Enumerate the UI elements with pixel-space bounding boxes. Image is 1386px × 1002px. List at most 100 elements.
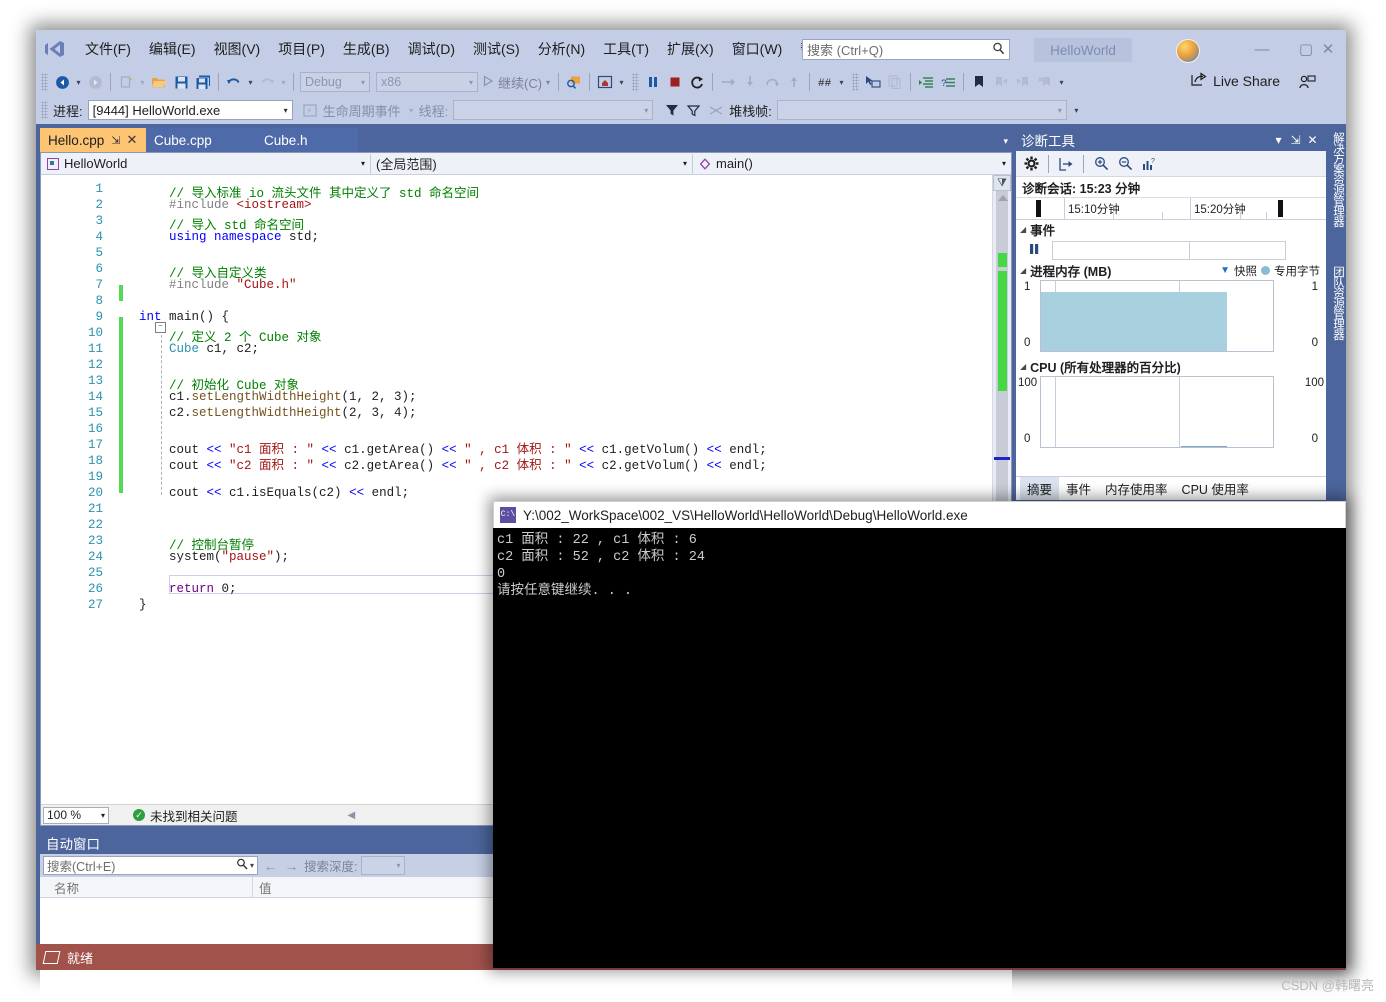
home-window-dropdown-icon[interactable]: ▾ (616, 78, 627, 87)
export-icon[interactable] (1055, 154, 1077, 174)
debugbar-overflow-icon[interactable]: ▾ (1071, 106, 1082, 115)
pin-icon[interactable]: ⇲ (111, 134, 120, 147)
sidebar-item-team-explorer[interactable]: 团队资源管理器 (1330, 262, 1346, 366)
timeline-end-marker[interactable] (1278, 200, 1283, 217)
tab-overflow-icon[interactable]: ▾ (1003, 136, 1008, 147)
home-window-icon[interactable] (594, 71, 616, 93)
toolbar-grip[interactable] (41, 101, 48, 119)
indent-icon[interactable] (915, 71, 937, 93)
undo-icon[interactable] (223, 71, 245, 93)
scroll-left-icon[interactable]: ◀ (348, 810, 356, 821)
filter-flagged-icon[interactable] (683, 99, 705, 121)
continue-debug-button[interactable]: 继续(C) ▾ (478, 73, 554, 92)
tab-summary[interactable]: 摘要 (1020, 477, 1060, 500)
autos-search-input[interactable]: 搜索(Ctrl+E) ▾ (43, 856, 258, 875)
comment-icon[interactable]: ? (937, 71, 959, 93)
chevron-down-icon: ▾ (682, 159, 687, 168)
toolbar-grip[interactable] (632, 73, 640, 91)
reset-zoom-icon[interactable]: ? (1138, 154, 1160, 174)
menu-item-project[interactable]: 项目(P) (269, 36, 334, 62)
menu-item-file[interactable]: 文件(F) (76, 36, 140, 62)
navigate-backward-icon[interactable] (51, 71, 73, 93)
menu-item-edit[interactable]: 编辑(E) (140, 36, 205, 62)
tab-events[interactable]: 事件 (1059, 477, 1098, 500)
tab-cube-h[interactable]: Cube.h (256, 128, 358, 152)
zoom-out-icon[interactable] (1114, 154, 1136, 174)
save-icon[interactable] (170, 71, 192, 93)
cpu-section-header[interactable]: ◢ CPU (所有处理器的百分比) (1016, 357, 1326, 376)
thread-combo[interactable]: ▾ (453, 100, 654, 120)
pin-icon[interactable]: ⇲ (1287, 133, 1304, 147)
window-menu-icon[interactable]: ▾ (1270, 133, 1287, 147)
select-tool-icon[interactable] (862, 71, 884, 93)
hex-display-icon[interactable]: ## (814, 71, 836, 93)
tab-cube-cpp[interactable]: Cube.cpp (146, 128, 256, 152)
timeline-start-marker[interactable] (1036, 200, 1041, 217)
navigate-backward-dropdown-icon[interactable]: ▾ (73, 78, 84, 87)
search-depth-combo[interactable]: ▾ (361, 856, 406, 875)
scroll-up-icon[interactable] (998, 195, 1008, 201)
hex-display-dropdown-icon[interactable]: ▾ (836, 78, 847, 87)
minimize-button[interactable]: — (1242, 38, 1282, 60)
tab-memory-usage[interactable]: 内存使用率 (1098, 477, 1175, 500)
solution-platform-combo[interactable]: x86 ▾ (376, 72, 478, 92)
memory-chart[interactable]: 1 0 1 0 (1016, 280, 1326, 357)
console-window[interactable]: C:\ Y:\002_WorkSpace\002_VS\HelloWorld\H… (493, 501, 1346, 968)
stackframe-combo[interactable]: ▾ (776, 100, 1067, 120)
console-title-bar[interactable]: C:\ Y:\002_WorkSpace\002_VS\HelloWorld\H… (493, 501, 1346, 528)
bookmark-icon[interactable] (968, 71, 990, 93)
save-all-icon[interactable] (192, 71, 214, 93)
feedback-icon[interactable] (1296, 71, 1318, 93)
pause-icon[interactable] (642, 71, 664, 93)
attach-process-icon[interactable] (563, 71, 585, 93)
line-number: 24 (87, 550, 103, 564)
split-view-button[interactable]: ⧩ (993, 175, 1011, 191)
code-token: "c2 面积 : " (229, 459, 315, 473)
console-output[interactable]: c1 面积 : 22 , c1 体积 : 6 c2 面积 : 52 , c2 体… (493, 528, 1346, 968)
menu-item-debug[interactable]: 调试(D) (399, 36, 464, 62)
toolbar-grip[interactable] (41, 73, 48, 91)
toolbar-grip[interactable] (852, 73, 860, 91)
zoom-in-icon[interactable] (1090, 154, 1112, 174)
cpu-chart[interactable]: 100 0 100 0 (1016, 376, 1326, 452)
close-icon[interactable]: ✕ (127, 132, 138, 148)
toolbar-overflow-icon[interactable]: ▾ (1056, 78, 1067, 87)
sidebar-item-solution-explorer[interactable]: 解决方案资源管理器 (1330, 128, 1346, 256)
menu-item-test[interactable]: 测试(S) (464, 36, 529, 62)
nav-scope-combo[interactable]: (全局范围) ▾ (371, 153, 693, 174)
chevron-down-icon[interactable]: ▾ (546, 78, 550, 87)
search-next-icon[interactable]: → (283, 858, 300, 874)
events-track[interactable] (1052, 240, 1286, 260)
menu-item-view[interactable]: 视图(V) (205, 36, 270, 62)
live-share-button[interactable]: Live Share (1191, 72, 1280, 90)
close-icon[interactable]: ✕ (1304, 133, 1321, 147)
open-file-icon[interactable] (148, 71, 170, 93)
gear-icon[interactable] (1020, 154, 1042, 174)
solution-configuration-combo[interactable]: Debug ▾ (300, 72, 370, 92)
stop-icon[interactable] (664, 71, 686, 93)
menu-item-tools[interactable]: 工具(T) (594, 36, 658, 62)
menu-item-analyze[interactable]: 分析(N) (529, 36, 594, 62)
menu-item-build[interactable]: 生成(B) (334, 36, 399, 62)
events-section-header[interactable]: ◢ 事件 (1016, 220, 1326, 239)
process-combo[interactable]: [9444] HelloWorld.exe ▾ (87, 100, 293, 120)
close-button[interactable]: ✕ (1308, 38, 1348, 60)
filter-icon[interactable] (661, 99, 683, 121)
tab-cpu-usage[interactable]: CPU 使用率 (1175, 477, 1256, 500)
menu-item-extensions[interactable]: 扩展(X) (658, 36, 723, 62)
quick-search-input[interactable]: 搜索 (Ctrl+Q) (802, 39, 1010, 60)
nav-project-combo[interactable]: HelloWorld ▾ (41, 153, 371, 174)
tab-hello-cpp[interactable]: Hello.cpp ⇲ ✕ (40, 128, 146, 152)
memory-section-header[interactable]: ◢ 进程内存 (MB) ▼ 快照 专用字节 (1016, 261, 1326, 280)
search-previous-icon[interactable]: ← (262, 858, 279, 874)
undo-dropdown-icon[interactable]: ▾ (245, 78, 256, 87)
nav-member-combo[interactable]: main() ▾ (693, 154, 1011, 174)
line-number: 10 (87, 326, 103, 340)
zoom-level-combo[interactable]: 100 % ▾ (43, 806, 109, 824)
chevron-down-icon[interactable]: ▾ (250, 861, 254, 870)
avatar[interactable] (1176, 39, 1200, 63)
diagnostic-timeline-ruler[interactable]: 15:10分钟 15:20分钟 (1016, 198, 1326, 220)
menu-item-window[interactable]: 窗口(W) (723, 36, 792, 62)
autos-empty-area[interactable] (40, 966, 1012, 1002)
restart-icon[interactable] (686, 71, 708, 93)
